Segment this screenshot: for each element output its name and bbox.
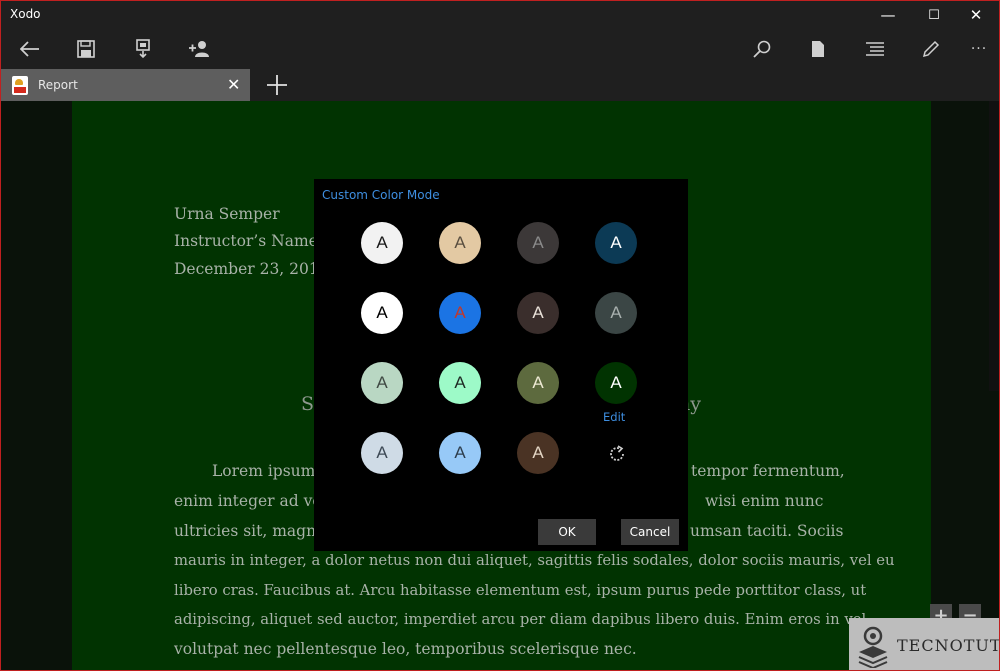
- more-icon[interactable]: ···: [959, 29, 999, 69]
- paragraph-line: umsan taciti. Sociis: [690, 522, 844, 540]
- paragraph-line: mauris in integer, a dolor netus non dui…: [174, 552, 895, 569]
- color-swatch[interactable]: A: [361, 222, 403, 264]
- pdf-file-icon: [12, 76, 28, 95]
- tab-bar: Report ✕: [1, 69, 999, 101]
- tab-report[interactable]: Report ✕: [1, 69, 250, 101]
- back-arrow-icon[interactable]: [10, 29, 50, 69]
- color-swatch[interactable]: A: [517, 292, 559, 334]
- header-line: Instructor’s Name: [174, 232, 318, 250]
- color-swatch[interactable]: A: [361, 292, 403, 334]
- reset-icon[interactable]: [606, 443, 628, 465]
- tab-label: Report: [38, 78, 78, 92]
- color-swatch[interactable]: A: [517, 432, 559, 474]
- paragraph-line: wisi enim nunc: [705, 492, 824, 510]
- maximize-button[interactable]: ☐: [911, 1, 957, 29]
- add-tab-button[interactable]: [263, 69, 291, 101]
- paragraph-line: volutpat nec pellentesque leo, temporibu…: [174, 640, 637, 658]
- color-swatch[interactable]: A: [595, 222, 637, 264]
- edit-link[interactable]: Edit: [603, 410, 625, 424]
- paragraph-line: adipiscing, aliquet sed auctor, imperdie…: [174, 611, 871, 628]
- toolbar: ···: [1, 29, 999, 69]
- color-swatch[interactable]: A: [361, 432, 403, 474]
- custom-color-mode-dialog: Custom Color Mode AAAAAAAAAAAAAAA Edit O…: [314, 179, 688, 551]
- pen-icon[interactable]: [911, 29, 951, 69]
- tecnotuto-logo-icon: [858, 626, 888, 668]
- color-swatch[interactable]: A: [439, 292, 481, 334]
- color-swatch[interactable]: A: [361, 362, 403, 404]
- vertical-scrollbar[interactable]: [989, 101, 999, 391]
- cancel-button[interactable]: Cancel: [621, 519, 679, 545]
- search-icon[interactable]: [742, 29, 782, 69]
- tecnotuto-watermark: TECNOTUTO: [849, 618, 999, 670]
- color-swatch[interactable]: A: [439, 432, 481, 474]
- color-swatch[interactable]: A: [517, 222, 559, 264]
- color-swatch[interactable]: A: [517, 362, 559, 404]
- minimize-button[interactable]: —: [865, 1, 911, 29]
- app-title: Xodo: [10, 7, 41, 21]
- color-swatch[interactable]: A: [439, 362, 481, 404]
- paragraph-line: tempor fermentum,: [691, 462, 845, 480]
- app-window: Xodo — ☐ ✕ ··· Report ✕ Urna Semper Inst…: [0, 0, 1000, 671]
- outline-icon[interactable]: [855, 29, 895, 69]
- watermark-text: TECNOTUTO: [897, 636, 999, 655]
- color-swatch[interactable]: A: [595, 362, 637, 404]
- header-line: Urna Semper: [174, 205, 280, 223]
- doc-title-left: S: [301, 393, 315, 415]
- share-icon[interactable]: [179, 29, 219, 69]
- paragraph-line: Lorem ipsum d: [212, 462, 331, 480]
- dialog-title: Custom Color Mode: [322, 188, 440, 202]
- title-bar: Xodo — ☐ ✕: [1, 1, 999, 29]
- save-as-icon[interactable]: [123, 29, 163, 69]
- page-icon[interactable]: [798, 29, 838, 69]
- tab-close-icon[interactable]: ✕: [227, 75, 240, 94]
- header-line: December 23, 2018: [174, 260, 329, 278]
- ok-button[interactable]: OK: [538, 519, 596, 545]
- color-swatch[interactable]: A: [595, 292, 637, 334]
- save-icon[interactable]: [66, 29, 106, 69]
- color-swatch[interactable]: A: [439, 222, 481, 264]
- paragraph-line: libero cras. Faucibus at. Arcu habitasse…: [174, 582, 867, 599]
- close-button[interactable]: ✕: [953, 1, 999, 29]
